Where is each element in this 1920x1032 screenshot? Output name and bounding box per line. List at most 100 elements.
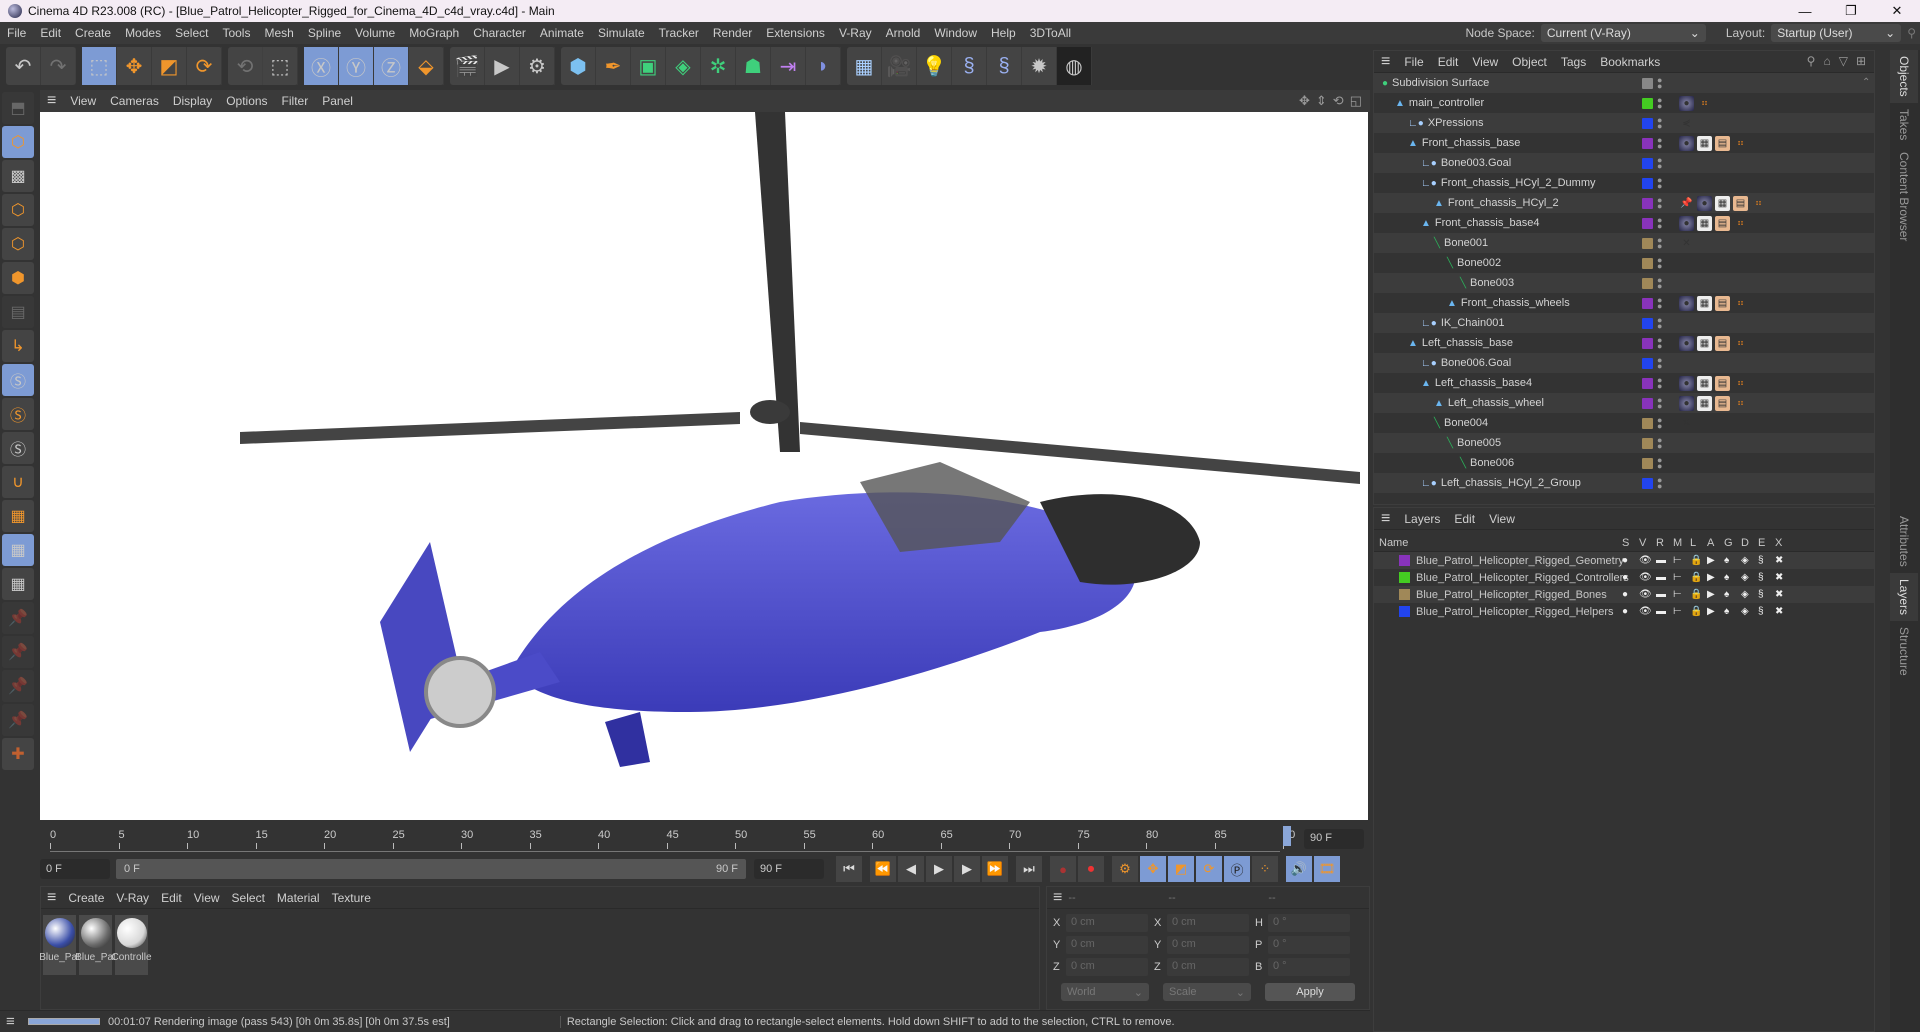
visibility-dots[interactable]: ● ● bbox=[1657, 256, 1662, 271]
symmetry-icon[interactable]: ⇥ bbox=[771, 47, 806, 85]
material-menu-material[interactable]: Material bbox=[271, 891, 326, 905]
ik-tag-icon[interactable]: ✕ bbox=[1679, 236, 1694, 251]
object-row[interactable]: ╲ Bone005 ● ● bbox=[1374, 433, 1874, 453]
layer-flag-toggle[interactable]: 👁 bbox=[1639, 589, 1652, 600]
layer-row[interactable]: Blue_Patrol_Helicopter_Rigged_Bones ● 👁 ▬ ⊢ 🔒… bbox=[1374, 586, 1874, 603]
viewport-menu-panel[interactable]: Panel bbox=[315, 94, 360, 108]
visibility-dots[interactable]: ● ● bbox=[1657, 236, 1662, 251]
material-menu-select[interactable]: Select bbox=[226, 891, 271, 905]
autokey-icon[interactable]: ⏺ bbox=[1078, 856, 1104, 882]
object-row[interactable]: ╲ Bone006 ● ● bbox=[1374, 453, 1874, 473]
live-selection-icon[interactable]: ⬚ bbox=[82, 47, 117, 85]
layer-flag-toggle[interactable]: § bbox=[1758, 606, 1770, 617]
layer-flag-toggle[interactable]: § bbox=[1758, 572, 1770, 583]
gear-burst-icon[interactable]: ✹ bbox=[1022, 47, 1057, 85]
home-icon[interactable]: ⌂ bbox=[1823, 54, 1830, 68]
viewport-menu-view[interactable]: View bbox=[63, 94, 103, 108]
python2-icon[interactable]: § bbox=[987, 47, 1022, 85]
visibility-dots[interactable]: ● ● bbox=[1657, 96, 1662, 111]
visibility-dots[interactable]: ● ● bbox=[1657, 336, 1662, 351]
layer-flag-toggle[interactable]: 🔒 bbox=[1690, 572, 1702, 583]
axis-mode-icon[interactable]: ↳ bbox=[2, 330, 34, 362]
material-menu-edit[interactable]: Edit bbox=[155, 891, 188, 905]
material-tag-icon[interactable]: ● bbox=[1679, 295, 1694, 311]
snap-settings-icon[interactable]: Ⓢ bbox=[2, 398, 34, 430]
side-tab-attributes[interactable]: Attributes bbox=[1890, 510, 1918, 573]
material-swatch[interactable]: Blue_Pat bbox=[75, 915, 116, 975]
texture-tag-icon[interactable]: ▤ bbox=[1715, 335, 1730, 351]
visibility-dots[interactable]: ● ● bbox=[1657, 276, 1662, 291]
render-icon[interactable]: ▶ bbox=[485, 47, 520, 85]
material-tag-icon[interactable]: ● bbox=[1679, 395, 1694, 411]
visibility-dots[interactable]: ● ● bbox=[1657, 396, 1662, 411]
layer-color-swatch[interactable] bbox=[1642, 437, 1653, 449]
uv-tag-icon[interactable]: ▦ bbox=[1697, 295, 1712, 311]
material-menu-create[interactable]: Create bbox=[62, 891, 110, 905]
visibility-dots[interactable]: ● ● bbox=[1657, 216, 1662, 231]
pin-target-icon[interactable]: 📌 bbox=[2, 704, 34, 736]
light-icon[interactable]: 💡 bbox=[917, 47, 952, 85]
visibility-dots[interactable]: ● ● bbox=[1657, 356, 1662, 371]
menu-tools[interactable]: Tools bbox=[215, 26, 257, 40]
model-mode-icon[interactable]: ⬡ bbox=[2, 126, 34, 158]
layer-flag-toggle[interactable]: ▬ bbox=[1656, 572, 1668, 583]
object-row[interactable]: ▲ main_controller ● ● ● ⠶ bbox=[1374, 93, 1874, 113]
material-tag-icon[interactable]: ● bbox=[1697, 195, 1712, 211]
menu-animate[interactable]: Animate bbox=[533, 26, 591, 40]
dolly-view-icon[interactable]: ⇕ bbox=[1316, 93, 1327, 109]
layer-flag-toggle[interactable]: ▬ bbox=[1656, 555, 1668, 566]
object-row[interactable]: ╲ Bone004 ● ● ✕ bbox=[1374, 413, 1874, 433]
layer-flag-toggle[interactable]: ♠ bbox=[1724, 606, 1736, 617]
layer-row[interactable]: Blue_Patrol_Helicopter_Rigged_Geometry ● 👁… bbox=[1374, 552, 1874, 569]
restore-button[interactable]: ❐ bbox=[1828, 0, 1874, 22]
vray-tag-icon[interactable]: ⠶ bbox=[1697, 96, 1712, 111]
layer-flag-toggle[interactable]: ✖ bbox=[1775, 606, 1787, 617]
floor-icon[interactable]: ▦ bbox=[847, 47, 882, 85]
layer-color-swatch[interactable] bbox=[1642, 157, 1653, 169]
layer-flag-toggle[interactable]: ◈ bbox=[1741, 606, 1753, 617]
new-view-icon[interactable]: ⊞ bbox=[1856, 54, 1866, 68]
menu-select[interactable]: Select bbox=[168, 26, 215, 40]
object-row[interactable]: ▲ Left_chassis_wheel ● ● ● ▦ ▤ ⠶ bbox=[1374, 393, 1874, 413]
layer-color-swatch[interactable] bbox=[1642, 197, 1653, 209]
menu-character[interactable]: Character bbox=[466, 26, 533, 40]
polygons-mode-icon[interactable]: ⬢ bbox=[2, 262, 34, 294]
menu-help[interactable]: Help bbox=[984, 26, 1023, 40]
object-row[interactable]: ∟● XPressions ● ● ⋞ bbox=[1374, 113, 1874, 133]
pin-p-icon[interactable]: 📌 bbox=[2, 636, 34, 668]
material-menu-vray[interactable]: V-Ray bbox=[110, 891, 155, 905]
layer-flag-toggle[interactable]: ▶ bbox=[1707, 555, 1719, 566]
menu-file[interactable]: File bbox=[0, 26, 33, 40]
layer-color-swatch[interactable] bbox=[1642, 397, 1653, 409]
viewport-menu-options[interactable]: Options bbox=[219, 94, 274, 108]
edges-mode-icon[interactable]: ⬡ bbox=[2, 228, 34, 260]
vray-tag-icon[interactable]: ⠶ bbox=[1733, 336, 1748, 351]
visibility-dots[interactable]: ● ● bbox=[1657, 136, 1662, 151]
layer-flag-toggle[interactable]: ◈ bbox=[1741, 572, 1753, 583]
layer-row[interactable]: Blue_Patrol_Helicopter_Rigged_Controller… bbox=[1374, 569, 1874, 586]
coord-transform-select[interactable]: Scale ⌄ bbox=[1163, 983, 1251, 1001]
layer-menu-layers[interactable]: Layers bbox=[1397, 512, 1447, 526]
filter-icon[interactable]: ▽ bbox=[1839, 54, 1848, 68]
sound-icon[interactable]: 🔊 bbox=[1286, 856, 1312, 882]
menu-tracker[interactable]: Tracker bbox=[652, 26, 706, 40]
viewport-menu-cameras[interactable]: Cameras bbox=[103, 94, 166, 108]
layer-color-swatch[interactable] bbox=[1642, 137, 1653, 149]
render-view-icon[interactable]: 🎬 bbox=[450, 47, 485, 85]
material-tag-icon[interactable]: ● bbox=[1679, 335, 1694, 351]
workplane-align-icon[interactable]: ▦ bbox=[2, 568, 34, 600]
play-icon[interactable]: ▶ bbox=[926, 856, 952, 882]
layers-hamburger-icon[interactable]: ≡ bbox=[1374, 510, 1397, 528]
ik-tag-icon[interactable]: ✕ bbox=[1679, 416, 1694, 431]
search-icon[interactable]: ⚲ bbox=[1907, 26, 1916, 40]
current-frame-field[interactable]: 0 F bbox=[40, 859, 110, 879]
vray-tag-icon[interactable]: ⠶ bbox=[1751, 196, 1766, 211]
layer-color-swatch[interactable] bbox=[1399, 572, 1410, 583]
material-tag-icon[interactable]: ● bbox=[1679, 215, 1694, 231]
object-row[interactable]: ∟● Bone003.Goal ● ● bbox=[1374, 153, 1874, 173]
texture-tag-icon[interactable]: ▤ bbox=[1715, 135, 1730, 151]
keyframe-settings-icon[interactable]: ⚙ bbox=[1112, 856, 1138, 882]
layer-flag-toggle[interactable]: § bbox=[1758, 589, 1770, 600]
rotate-icon[interactable]: ⟳ bbox=[187, 47, 222, 85]
texture-tag-icon[interactable]: ▤ bbox=[1715, 215, 1730, 231]
